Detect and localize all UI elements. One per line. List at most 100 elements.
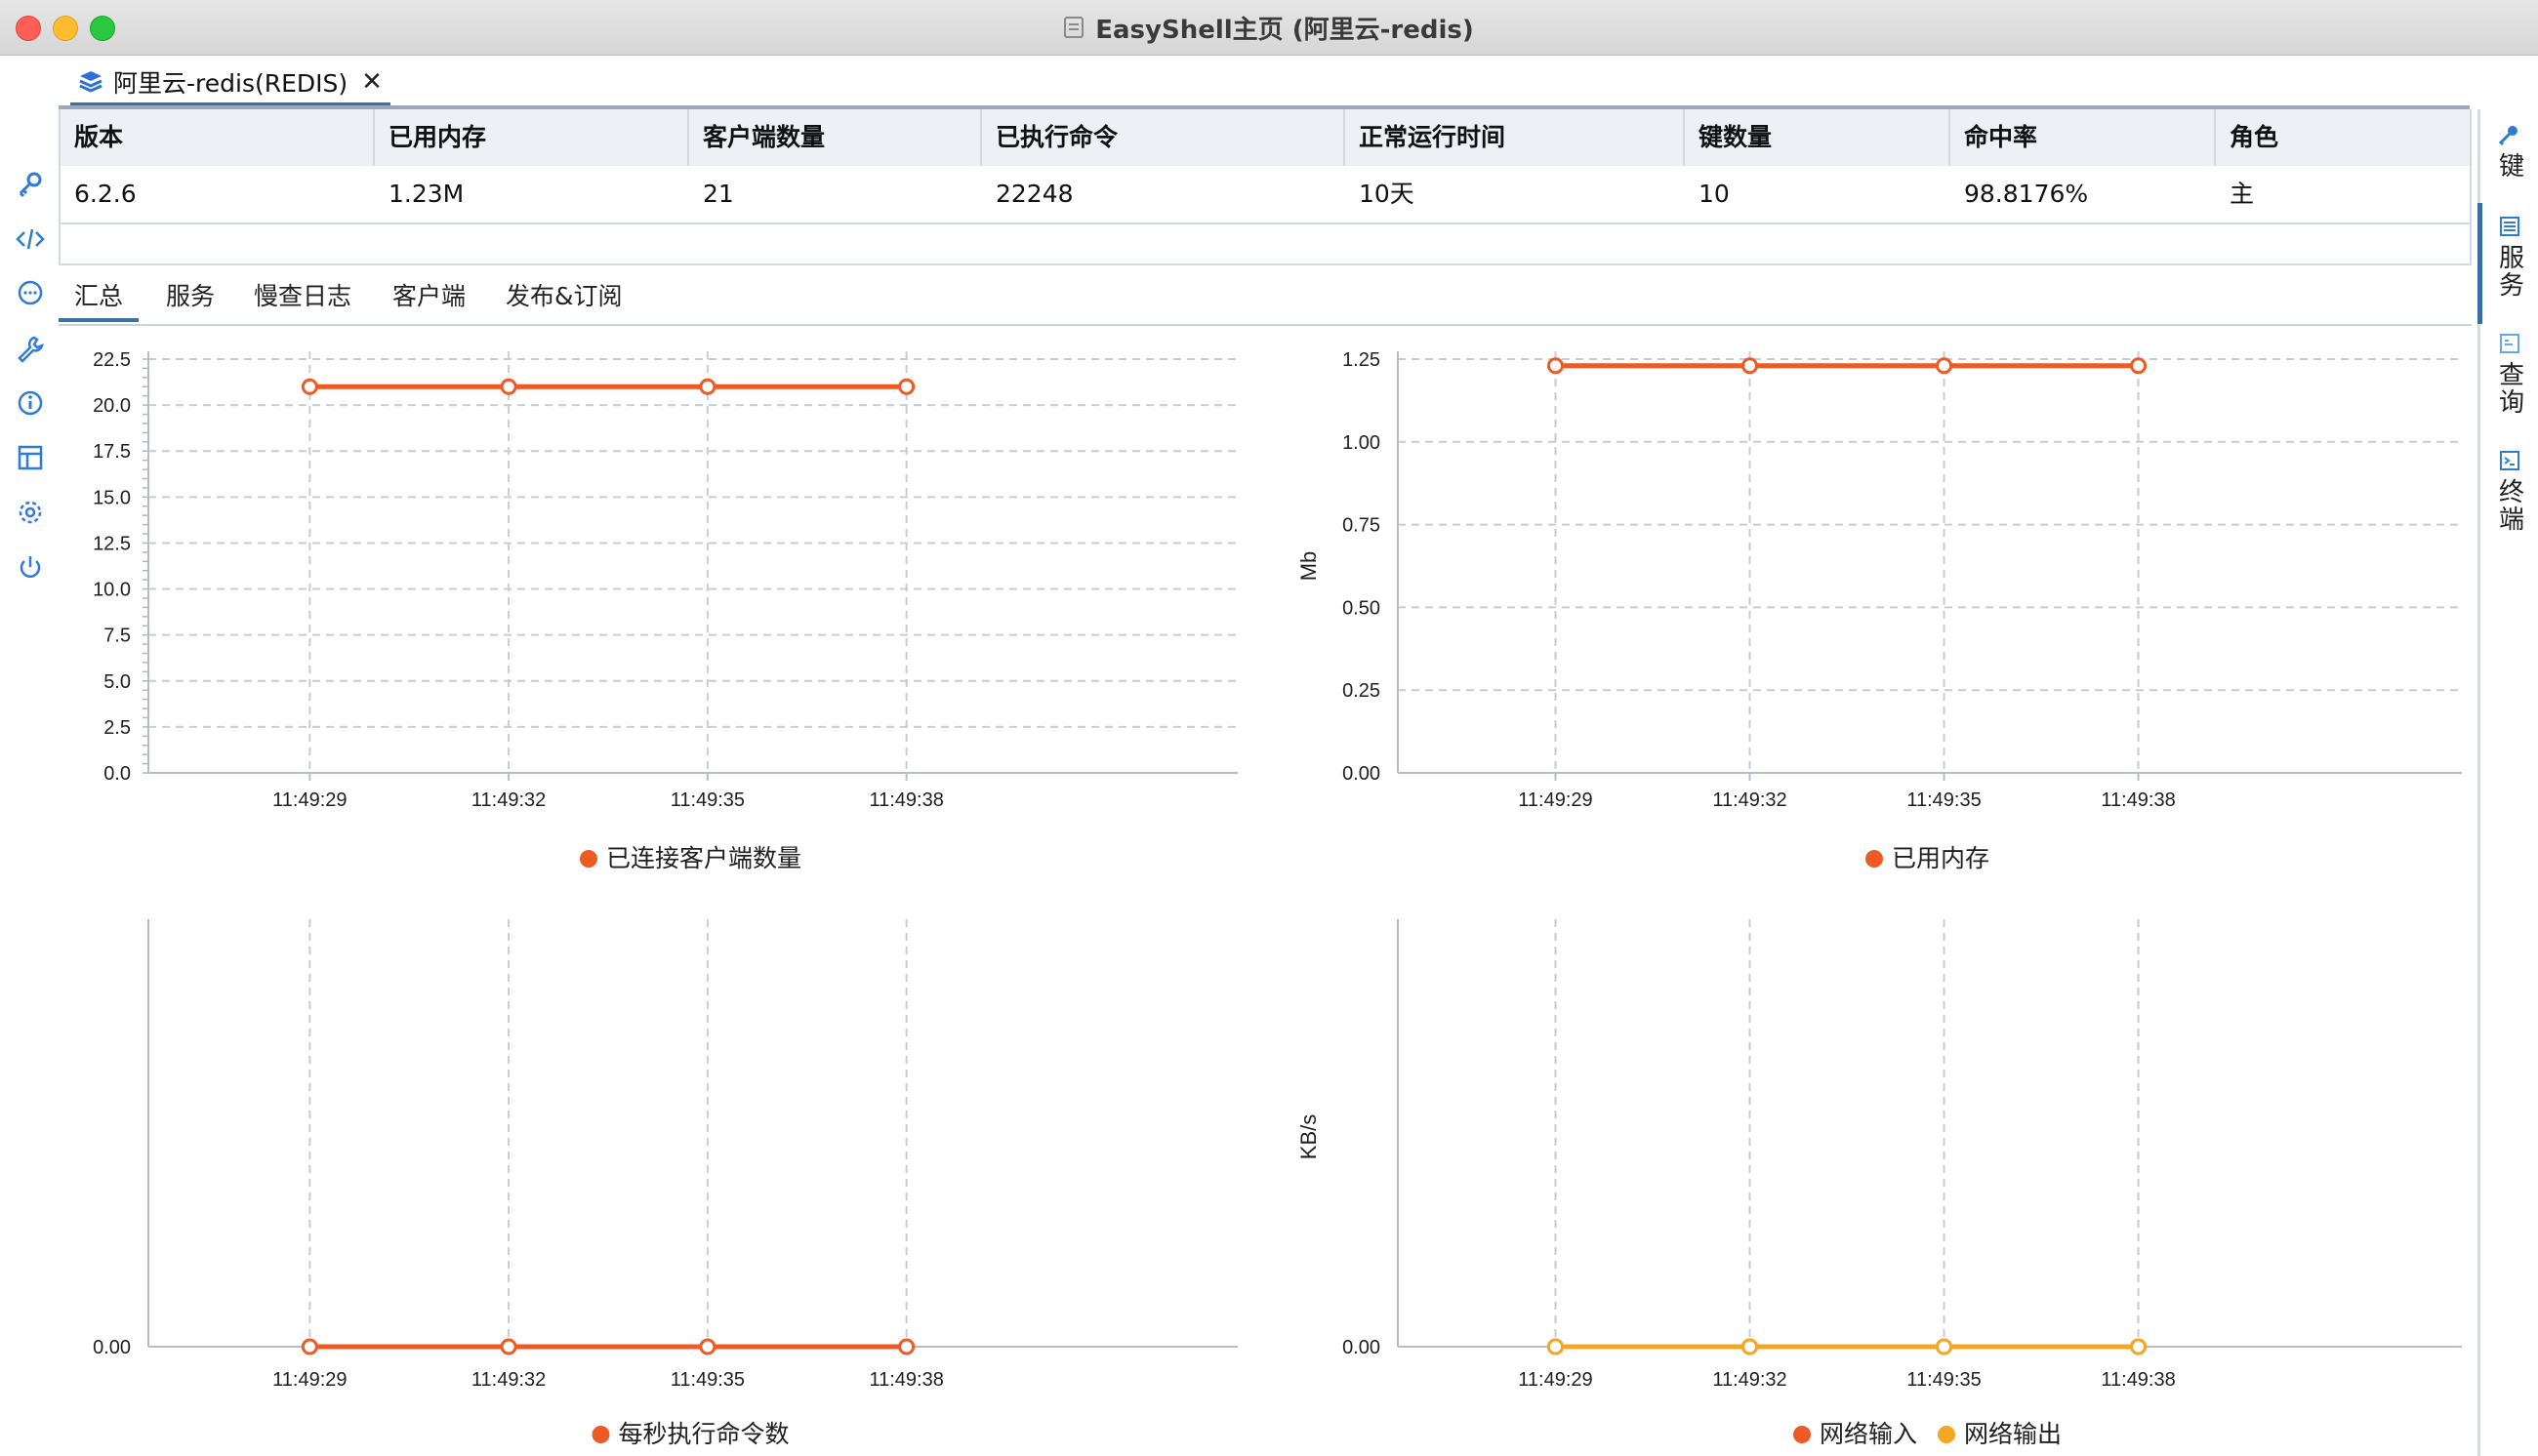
- chart-used-memory: 0.00 0.25 0.50 0.75 1.00 1.25 11:49:29 11:49:32…: [1296, 349, 2462, 872]
- right-item-terminal[interactable]: 终端: [2490, 449, 2529, 533]
- y-axis-label: Mb: [1296, 551, 1321, 582]
- query-icon: [2500, 334, 2519, 353]
- table-row[interactable]: 6.2.6 1.23M 21 22248 10天 10 98.8176% 主: [61, 166, 2470, 224]
- cell-role: 主: [2230, 180, 2255, 208]
- tab-service[interactable]: 服务: [166, 277, 215, 318]
- y-tick-label: 0.00: [1342, 763, 1380, 785]
- tab-clients[interactable]: 客户端: [392, 277, 466, 318]
- data-point: [898, 1338, 916, 1355]
- legend-marker: [1938, 1426, 1955, 1443]
- data-point: [1741, 1338, 1759, 1355]
- right-item-label: 服务: [2494, 244, 2524, 299]
- data-point: [301, 1338, 318, 1355]
- data-point: [1936, 1338, 1953, 1355]
- section-tabs-divider: [59, 324, 2472, 326]
- wrench-icon[interactable]: [16, 334, 45, 363]
- power-icon[interactable]: [16, 552, 45, 582]
- info-icon[interactable]: [16, 388, 45, 418]
- x-tick-label: 11:49:38: [2101, 1369, 2175, 1391]
- y-tick-label: 0.0: [103, 763, 131, 785]
- data-point: [2130, 357, 2148, 375]
- window-title: EasyShell主页 (阿里云-redis): [1095, 15, 1474, 45]
- app-window: EasyShell主页 (阿里云-redis) 阿里云-redis(REDIS)…: [0, 0, 2538, 1456]
- cell-used-memory: 1.23M: [389, 180, 465, 208]
- right-item-services[interactable]: 服务: [2490, 215, 2529, 299]
- column-header: 已执行命令: [982, 109, 1345, 166]
- document-icon: [1064, 17, 1085, 38]
- y-tick-label: 0.75: [1342, 515, 1380, 537]
- tab-pubsub[interactable]: 发布&订阅: [506, 277, 623, 318]
- cell-client-count: 21: [703, 180, 734, 208]
- table-header-row: 版本 已用内存 客户端数量 已执行命令 正常运行时间 键数量 命中率 角色: [61, 109, 2470, 168]
- cell-hit-rate: 98.8176%: [1964, 180, 2089, 208]
- data-point: [1546, 1338, 1564, 1355]
- gear-icon[interactable]: [16, 498, 45, 527]
- y-tick-label: 1.25: [1342, 349, 1380, 371]
- y-tick-label: 15.0: [93, 487, 131, 508]
- active-indicator: [2477, 203, 2482, 324]
- data-point: [500, 378, 517, 395]
- column-header: 客户端数量: [689, 109, 982, 166]
- legend-marker: [1793, 1426, 1811, 1443]
- right-item-query[interactable]: 查询: [2490, 332, 2529, 416]
- right-item-label: 键: [2494, 152, 2524, 180]
- x-tick-label: 11:49:29: [1518, 1369, 1592, 1391]
- x-tick-label: 11:49:35: [1906, 789, 1981, 811]
- data-point: [898, 378, 916, 395]
- x-tick-label: 11:49:29: [272, 789, 347, 811]
- chat-icon[interactable]: [16, 279, 45, 308]
- y-tick-label: 20.0: [93, 395, 131, 417]
- terminal-icon: [2500, 451, 2519, 470]
- right-item-label: 终端: [2494, 478, 2524, 533]
- data-point: [1546, 357, 1564, 375]
- column-header: 键数量: [1685, 109, 1950, 166]
- column-header: 版本: [61, 109, 375, 166]
- x-tick-label: 11:49:32: [471, 789, 546, 811]
- server-info-table: 版本 已用内存 客户端数量 已执行命令 正常运行时间 键数量 命中率 角色 6.…: [59, 109, 2472, 265]
- tab-slow-log[interactable]: 慢查日志: [254, 277, 351, 318]
- tab-close-icon[interactable]: ✕: [361, 67, 383, 97]
- y-tick-label: 0.00: [1342, 1337, 1380, 1358]
- x-tick-label: 11:49:35: [1906, 1369, 1981, 1391]
- x-tick-label: 11:49:29: [1518, 789, 1592, 811]
- cell-key-count: 10: [1699, 180, 1730, 208]
- y-tick-label: 0.00: [93, 1337, 131, 1358]
- y-tick-label: 10.0: [93, 580, 131, 601]
- data-point: [699, 378, 716, 395]
- key-icon[interactable]: [16, 170, 45, 199]
- y-tick-label: 17.5: [93, 441, 131, 463]
- y-tick-label: 0.25: [1342, 680, 1380, 702]
- y-tick-label: 0.50: [1342, 597, 1380, 619]
- x-tick-label: 11:49:38: [2101, 789, 2175, 811]
- legend-label: 网络输入: [1820, 1420, 1917, 1448]
- tab-summary[interactable]: 汇总: [59, 277, 140, 322]
- y-tick-label: 5.0: [103, 671, 131, 693]
- y-tick-label: 12.5: [93, 533, 131, 554]
- legend-marker: [580, 850, 597, 868]
- data-point: [2130, 1338, 2148, 1355]
- cell-uptime: 10天: [1359, 180, 1414, 208]
- right-sidebar: 键 服务 查询 终端: [2477, 109, 2538, 1456]
- data-point: [500, 1338, 517, 1355]
- tab-label: 阿里云-redis(REDIS): [113, 69, 348, 98]
- chart-ops-per-sec: 0.00 11:49:29 11:49:32 11:49:35 11:49:38 每秒执行…: [93, 919, 1238, 1448]
- column-header: 正常运行时间: [1345, 109, 1685, 166]
- left-sidebar: [0, 109, 59, 1456]
- chart-network: 0.00 11:49:29 11:49:32 11:49:35 11:49:38 KB/s…: [1296, 919, 2462, 1448]
- legend-label: 已连接客户端数量: [606, 844, 801, 872]
- legend-label: 每秒执行命令数: [619, 1420, 790, 1448]
- right-item-keys[interactable]: 键: [2490, 123, 2529, 180]
- tab-redis-connection[interactable]: 阿里云-redis(REDIS) ✕: [70, 61, 390, 106]
- legend-label: 已用内存: [1892, 844, 1989, 872]
- data-point: [301, 378, 318, 395]
- data-point: [699, 1338, 716, 1355]
- y-axis-label: KB/s: [1296, 1114, 1321, 1159]
- x-tick-label: 11:49:35: [671, 789, 745, 811]
- y-tick-label: 2.5: [103, 717, 131, 739]
- x-tick-label: 11:49:32: [471, 1369, 546, 1391]
- code-icon[interactable]: [16, 224, 45, 254]
- data-point: [1936, 357, 1953, 375]
- x-tick-label: 11:49:38: [869, 1369, 943, 1391]
- layout-icon[interactable]: [16, 443, 45, 472]
- x-tick-label: 11:49:35: [671, 1369, 745, 1391]
